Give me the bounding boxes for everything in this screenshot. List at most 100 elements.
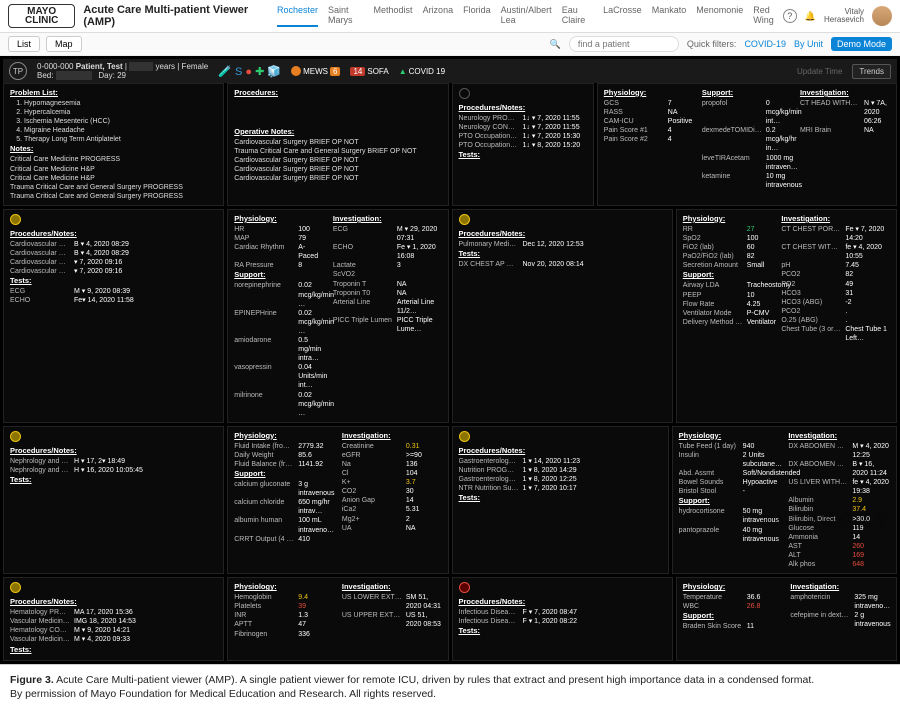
kv-row: Abd. AssmtSoft/Nondistended	[679, 469, 781, 478]
opnotes-list: Cardiovascular Surgery BRIEF OP NOT Trau…	[234, 138, 441, 183]
list-item[interactable]: Cardiovascular Surgery BRIEF OP NOT	[234, 156, 441, 165]
note-row[interactable]: Cardiovascular EL…▾ 7, 2020 09:16	[10, 258, 217, 267]
tab-florida[interactable]: Florida	[463, 5, 491, 27]
kv-value: 0.02 mcg/kg/min …	[298, 281, 334, 308]
kv-value: 49	[845, 280, 853, 289]
status-icon	[10, 582, 21, 593]
note-date: ▾ 7, 2020 09:16	[74, 258, 122, 267]
note-row[interactable]: Gastroenterology …1 ▾ 8, 2020 12:25	[459, 475, 662, 484]
kv-key: albumin human	[234, 516, 294, 534]
kv-value: >=90	[406, 451, 422, 460]
kv-key: US LIVER WITH LI…	[788, 478, 848, 496]
kv-key: calcium gluconate	[234, 480, 294, 498]
note-row[interactable]: Hematology CON…M ▾ 9, 2020 14:21	[10, 626, 217, 635]
kv-key: Na	[342, 460, 402, 469]
tab-saintmarys[interactable]: Saint Marys	[328, 5, 363, 27]
help-icon[interactable]: ?	[783, 9, 797, 23]
kv-row: vasopressin0.04 Units/min int…	[234, 363, 325, 390]
kv-row: ECHOFe ▾ 1, 2020 16:08	[333, 243, 442, 261]
kv-value: .	[845, 316, 847, 325]
kv-value: 3 g intravenous	[298, 480, 334, 498]
tab-arizona[interactable]: Arizona	[423, 5, 454, 27]
map-button[interactable]: Map	[46, 36, 82, 52]
procnotes-heading: Procedures/Notes:	[10, 446, 217, 455]
list-item[interactable]: Critical Care Medicine H&P	[10, 174, 217, 183]
note-row[interactable]: Hematology PRO…MA 17, 2020 15:36	[10, 608, 217, 617]
covid-filter[interactable]: COVID-19	[744, 39, 786, 49]
kv-value: 47	[298, 620, 306, 629]
note-name: Pulmonary Medici…	[459, 240, 519, 249]
kv-key: Alk phos	[788, 560, 848, 569]
byunit-filter[interactable]: By Unit	[794, 39, 823, 49]
neuro-notes-card: Procedures/Notes: Neurology PROG…1↓ ▾ 7,…	[452, 83, 594, 206]
kv-key: pH	[781, 261, 841, 270]
kv-value: 82	[747, 252, 755, 261]
note-name: Hematology CON…	[10, 626, 70, 635]
note-row[interactable]: Cardiovascular S…B ▾ 4, 2020 08:29	[10, 249, 217, 258]
search-input[interactable]	[569, 36, 679, 52]
note-row[interactable]: NTR Nutrition Sup…1 ▾ 7, 2020 10:17	[459, 484, 662, 493]
figure-caption: Figure 3. Acute Care Multi-patient viewe…	[0, 664, 900, 710]
note-row[interactable]: Cardiovascular EL…▾ 7, 2020 09:16	[10, 267, 217, 276]
kv-key: Albumin	[788, 496, 848, 505]
investigation-heading: Investigation:	[788, 431, 890, 440]
note-row[interactable]: Gastroenterology …1 ▾ 14, 2020 11:23	[459, 457, 662, 466]
kv-row: RR27	[683, 225, 774, 234]
note-row[interactable]: ECHOFe▾ 14, 2020 11:58	[10, 296, 217, 305]
demo-mode-badge[interactable]: Demo Mode	[831, 37, 892, 51]
bell-icon[interactable]: 🔔	[805, 11, 816, 22]
list-button[interactable]: List	[8, 36, 40, 52]
trends-button[interactable]: Trends	[852, 64, 891, 79]
list-item[interactable]: Trauma Critical Care and General Surgery…	[234, 147, 441, 156]
note-row[interactable]: DX CHEST AP OR …Nov 20, 2020 08:14	[459, 260, 666, 269]
kv-value: 2	[406, 515, 410, 524]
note-row[interactable]: Neurology PROG…1↓ ▾ 7, 2020 11:55	[459, 114, 587, 123]
list-item[interactable]: Cardiovascular Surgery BRIEF OP NOT	[234, 174, 441, 183]
note-name: Vascular Medicin…	[10, 635, 70, 644]
kv-row: Cl104	[342, 469, 442, 478]
note-row[interactable]: Vascular Medicin…IMG 18, 2020 14:53	[10, 617, 217, 626]
note-row[interactable]: Nephrology and H…H ▾ 16, 2020 10:05:45	[10, 466, 217, 475]
kv-key: RA Pressure	[234, 261, 294, 270]
kv-value: NA	[397, 289, 407, 298]
note-row[interactable]: Nutrition PROGR…1 ▾ 8, 2020 14:29	[459, 466, 662, 475]
physiology-heading: Physiology:	[683, 214, 774, 223]
tab-methodist[interactable]: Methodist	[374, 5, 413, 27]
kv-row: CT CHEST PORTA…Fe ▾ 7, 2020 14:20	[781, 225, 890, 243]
note-row[interactable]: Neurology CONS…1↓ ▾ 7, 2020 11:55	[459, 123, 587, 132]
kv-row: Flow Rate4.25	[683, 300, 774, 309]
note-row[interactable]: Infectious Diseas…F ▾ 7, 2020 08:47	[459, 608, 666, 617]
tab-lacrosse[interactable]: LaCrosse	[603, 5, 642, 27]
kv-key: RASS	[604, 108, 664, 117]
kv-row: Braden Skin Score11	[683, 622, 783, 631]
tab-menomonie[interactable]: Menomonie	[696, 5, 743, 27]
kv-value: 648	[852, 560, 864, 569]
tab-austin[interactable]: Austin/Albert Lea	[501, 5, 552, 27]
list-item[interactable]: Critical Care Medicine H&P	[10, 165, 217, 174]
note-row[interactable]: Pulmonary Medici…Dec 12, 2020 12:53	[459, 240, 666, 249]
kv-key: FiO2 (lab)	[683, 243, 743, 252]
note-row[interactable]: Cardiovascular S…B ▾ 4, 2020 08:29	[10, 240, 217, 249]
list-item[interactable]: Trauma Critical Care and General Surgery…	[10, 183, 217, 192]
note-row[interactable]: PTO Occupation…1↓ ▾ 8, 2020 15:20	[459, 141, 587, 150]
note-row[interactable]: ECGM ▾ 9, 2020 08:39	[10, 287, 217, 296]
note-row[interactable]: Vascular Medicin…M ▾ 4, 2020 09:33	[10, 635, 217, 644]
kv-key: Flow Rate	[683, 300, 743, 309]
tab-mankato[interactable]: Mankato	[652, 5, 687, 27]
kv-row: Insulin2 Units subcutane…	[679, 451, 781, 469]
location-tabs: Rochester Saint Marys Methodist Arizona …	[277, 5, 783, 27]
avatar[interactable]	[872, 6, 892, 26]
note-row[interactable]: Nephrology and H…H ▾ 17, 2▾ 18:49	[10, 457, 217, 466]
note-date: IMG 18, 2020 14:53	[74, 617, 136, 626]
list-item[interactable]: Trauma Critical Care and General Surgery…	[10, 192, 217, 201]
list-item[interactable]: Critical Care Medicine PROGRESS	[10, 155, 217, 164]
note-row[interactable]: Infectious Diseas…F ▾ 1, 2020 08:22	[459, 617, 666, 626]
tab-redwing[interactable]: Red Wing	[753, 5, 783, 27]
list-item[interactable]: Cardiovascular Surgery BRIEF OP NOT	[234, 165, 441, 174]
list-item[interactable]: Cardiovascular Surgery BRIEF OP NOT	[234, 138, 441, 147]
tab-rochester[interactable]: Rochester	[277, 5, 318, 27]
kv-key: CAM-ICU	[604, 117, 664, 126]
kv-row: WBC26.8	[683, 602, 783, 611]
note-row[interactable]: PTO Occupation…1↓ ▾ 7, 2020 15:30	[459, 132, 587, 141]
tab-eauclaire[interactable]: Eau Claire	[562, 5, 593, 27]
